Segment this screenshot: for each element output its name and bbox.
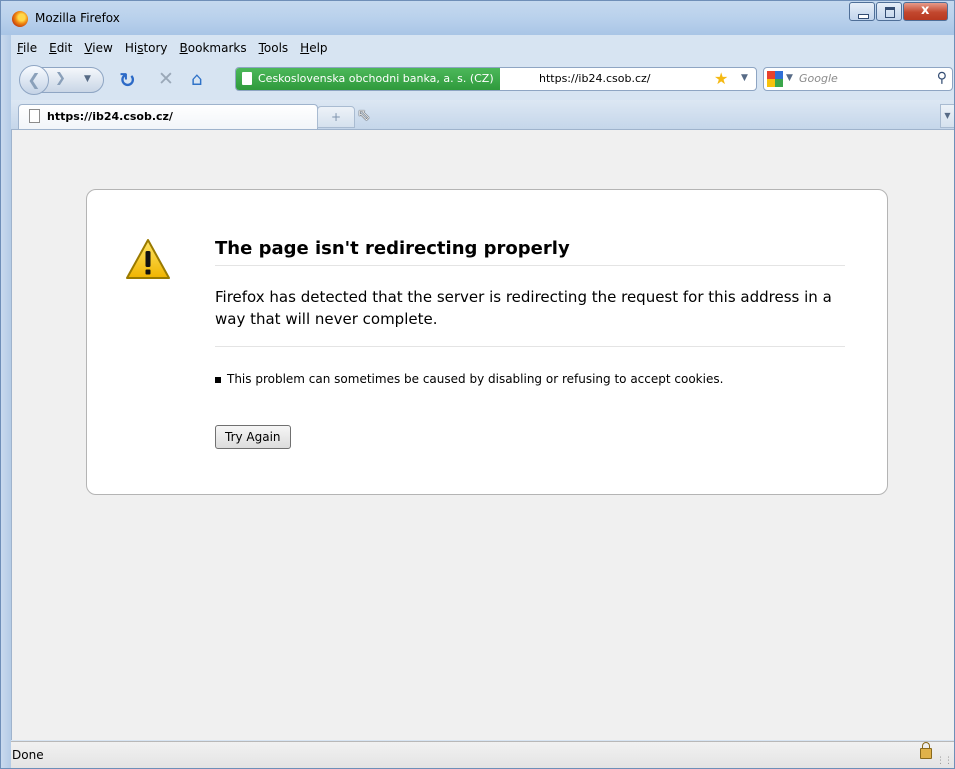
status-bar: Done ⋮⋮ bbox=[11, 741, 954, 768]
window-controls bbox=[848, 2, 948, 21]
menu-help[interactable]: Help bbox=[294, 38, 333, 58]
stop-icon[interactable]: ✕ bbox=[158, 68, 174, 90]
mouse-cursor-icon: ⬁ bbox=[357, 105, 371, 124]
menu-view[interactable]: View bbox=[78, 38, 118, 58]
window-title: Mozilla Firefox bbox=[35, 11, 120, 25]
tab-bar: https://ib24.csob.cz/ + ⬁ ▼ bbox=[11, 100, 954, 130]
error-hint-text: This problem can sometimes be caused by … bbox=[227, 372, 724, 386]
tab-label: https://ib24.csob.cz/ bbox=[47, 110, 173, 123]
navigation-toolbar: ❮ ❯ ▼ ↻ ✕ ⌂ Ceskoslovenska obchodni bank… bbox=[11, 61, 954, 97]
reload-icon[interactable]: ↻ bbox=[119, 68, 136, 92]
menu-bar: File Edit View History Bookmarks Tools H… bbox=[11, 38, 334, 58]
back-forward-group: ❮ ❯ ▼ bbox=[19, 65, 104, 95]
site-identity-button[interactable]: Ceskoslovenska obchodni banka, a. s. (CZ… bbox=[236, 68, 500, 90]
error-title: The page isn't redirecting properly bbox=[215, 238, 845, 266]
status-text: Done bbox=[12, 748, 44, 762]
menu-history[interactable]: History bbox=[119, 38, 174, 58]
search-input[interactable]: Google bbox=[799, 68, 838, 90]
menu-edit[interactable]: Edit bbox=[43, 38, 78, 58]
tab-list-dropdown-icon[interactable]: ▼ bbox=[940, 104, 954, 128]
back-arrow-icon[interactable]: ❮ bbox=[19, 65, 49, 95]
search-bar[interactable]: ▼ Google ⚲ bbox=[763, 67, 953, 91]
url-history-dropdown-icon[interactable]: ▼ bbox=[741, 73, 748, 83]
error-panel: The page isn't redirecting properly Fire… bbox=[86, 189, 888, 495]
firefox-logo-icon[interactable] bbox=[12, 11, 28, 27]
page-content: The page isn't redirecting properly Fire… bbox=[11, 130, 954, 740]
warning-triangle-icon bbox=[126, 239, 170, 279]
history-dropdown-icon[interactable]: ▼ bbox=[84, 74, 91, 84]
magnifier-icon[interactable]: ⚲ bbox=[937, 70, 947, 86]
site-identity-icon bbox=[242, 72, 252, 85]
close-button[interactable] bbox=[903, 2, 948, 21]
maximize-button[interactable] bbox=[876, 2, 902, 21]
resize-grip-icon[interactable]: ⋮⋮ bbox=[936, 756, 953, 766]
try-again-button[interactable]: Try Again bbox=[215, 425, 291, 449]
menu-bookmarks[interactable]: Bookmarks bbox=[174, 38, 253, 58]
error-hint-item: This problem can sometimes be caused by … bbox=[214, 372, 724, 386]
error-divider bbox=[215, 346, 845, 347]
padlock-icon[interactable] bbox=[920, 742, 932, 759]
page-icon bbox=[29, 109, 40, 123]
url-bar[interactable]: Ceskoslovenska obchodni banka, a. s. (CZ… bbox=[235, 67, 757, 91]
menu-tools[interactable]: Tools bbox=[253, 38, 295, 58]
google-engine-icon[interactable] bbox=[767, 71, 783, 87]
star-icon[interactable]: ★ bbox=[714, 69, 728, 88]
home-icon[interactable]: ⌂ bbox=[191, 69, 202, 90]
error-description: Firefox has detected that the server is … bbox=[215, 288, 832, 328]
browser-window: Mozilla Firefox File Edit View History B… bbox=[0, 0, 955, 769]
forward-arrow-icon[interactable]: ❯ bbox=[55, 71, 66, 86]
url-input[interactable]: https://ib24.csob.cz/ bbox=[539, 68, 650, 90]
new-tab-button[interactable]: + bbox=[317, 106, 355, 128]
window-left-border bbox=[1, 35, 11, 768]
search-engine-dropdown-icon[interactable]: ▼ bbox=[786, 73, 793, 83]
minimize-button[interactable] bbox=[849, 2, 875, 21]
site-identity-label: Ceskoslovenska obchodni banka, a. s. (CZ… bbox=[258, 72, 494, 85]
tab-active[interactable]: https://ib24.csob.cz/ bbox=[18, 104, 318, 129]
menu-file[interactable]: File bbox=[11, 38, 43, 58]
title-bar[interactable]: Mozilla Firefox bbox=[1, 1, 954, 35]
